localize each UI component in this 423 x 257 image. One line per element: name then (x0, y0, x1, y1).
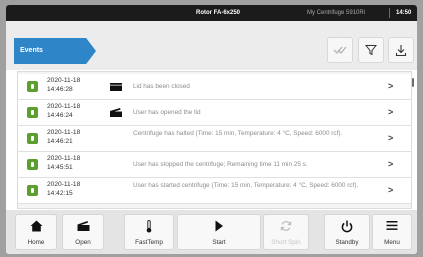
fasttemp-label: FastTemp (135, 239, 163, 246)
rotor-label: Rotor FA-6x250 (196, 10, 241, 16)
event-row[interactable]: 2020-11-18 14:45:51 User has stopped the… (18, 152, 411, 178)
event-datetime: 2020-11-18 14:42:15 (47, 181, 80, 198)
event-time: 14:46:21 (47, 137, 73, 145)
thermometer-icon (146, 220, 152, 233)
info-status-icon (27, 81, 38, 92)
event-row[interactable]: 2020-11-18 14:46:28 Lid has been closed … (18, 74, 411, 100)
short-spin-label: Short Spin (271, 239, 301, 246)
event-time: 14:46:28 (47, 85, 73, 93)
standby-label: Standby (335, 239, 359, 246)
fasttemp-button[interactable]: FastTemp (124, 214, 174, 250)
event-message: User has stopped the centrifuge; Remaini… (133, 161, 308, 168)
event-time: 14:45:51 (47, 163, 73, 171)
chevron-right-icon[interactable]: > (388, 133, 393, 143)
info-status-icon (27, 159, 38, 170)
chevron-right-icon[interactable]: > (388, 185, 393, 195)
event-datetime: 2020-11-18 14:46:24 (47, 103, 80, 120)
export-button[interactable] (388, 37, 414, 63)
device-name: My Centrifuge 5910Ri (307, 10, 366, 16)
short-spin-button[interactable]: Short Spin (263, 214, 309, 250)
start-button[interactable]: Start (177, 214, 261, 250)
event-message: User has started centrifuge (Time: 15 mi… (133, 182, 359, 189)
events-header: Events (6, 21, 417, 70)
double-check-icon (333, 46, 347, 54)
menu-button[interactable]: Menu (372, 214, 412, 250)
status-divider (389, 8, 390, 18)
filter-icon (365, 45, 377, 56)
lid-open-icon (110, 108, 122, 117)
power-icon (341, 220, 353, 233)
chevron-right-icon[interactable]: > (388, 81, 393, 91)
status-bar: Rotor FA-6x250 My Centrifuge 5910Ri 14:5… (6, 5, 417, 21)
start-label: Start (212, 239, 226, 246)
chevron-right-icon[interactable]: > (388, 159, 393, 169)
chevron-right-icon[interactable]: > (388, 107, 393, 117)
event-date: 2020-11-18 (47, 129, 81, 136)
event-time: 14:42:15 (47, 189, 73, 197)
app-screen: Rotor FA-6x250 My Centrifuge 5910Ri 14:5… (6, 5, 417, 254)
event-date: 2020-11-18 (47, 155, 81, 162)
lid-closed-icon (110, 83, 122, 91)
info-status-icon (27, 107, 38, 118)
info-status-icon (27, 133, 38, 144)
event-date: 2020-11-18 (47, 77, 81, 84)
event-datetime: 2020-11-18 14:45:51 (47, 155, 80, 172)
event-message: Lid has been closed (133, 83, 190, 90)
bottom-toolbar: Home Open FastTemp Start Short Spin Stan… (6, 210, 417, 254)
event-date: 2020-11-18 (47, 181, 81, 188)
mark-all-read-button[interactable] (327, 37, 353, 63)
home-button[interactable]: Home (15, 214, 57, 250)
filter-button[interactable] (358, 37, 384, 63)
event-message: User has opened the lid (133, 109, 201, 116)
event-time: 14:46:24 (47, 111, 73, 119)
play-icon (215, 220, 223, 232)
home-icon (30, 220, 42, 232)
event-datetime: 2020-11-18 14:46:28 (47, 77, 80, 94)
page-title: Events (14, 38, 96, 64)
download-icon (395, 44, 407, 56)
menu-label: Menu (384, 239, 400, 246)
event-row[interactable]: 2020-11-18 14:42:15 User has started cen… (18, 178, 411, 204)
event-row[interactable]: 2020-11-18 14:46:21 Centrifuge has halte… (18, 126, 411, 152)
spin-icon (280, 221, 292, 231)
event-message: Centrifuge has halted (Time: 15 min, Tem… (133, 130, 343, 137)
list-scrollbar[interactable] (412, 78, 414, 87)
standby-button[interactable]: Standby (324, 214, 370, 250)
event-list[interactable]: 2020-11-18 14:46:28 Lid has been closed … (17, 71, 414, 209)
event-row[interactable]: 2020-11-18 14:46:24 User has opened the … (18, 100, 411, 126)
clock: 14:50 (396, 10, 412, 16)
event-datetime: 2020-11-18 14:46:21 (47, 129, 80, 146)
open-label: Open (75, 239, 91, 246)
hamburger-menu-icon (386, 221, 398, 230)
open-lid-button[interactable]: Open (62, 214, 104, 250)
lid-open-icon (77, 221, 89, 231)
event-date: 2020-11-18 (47, 103, 81, 110)
info-status-icon (27, 185, 38, 196)
home-label: Home (27, 239, 45, 246)
